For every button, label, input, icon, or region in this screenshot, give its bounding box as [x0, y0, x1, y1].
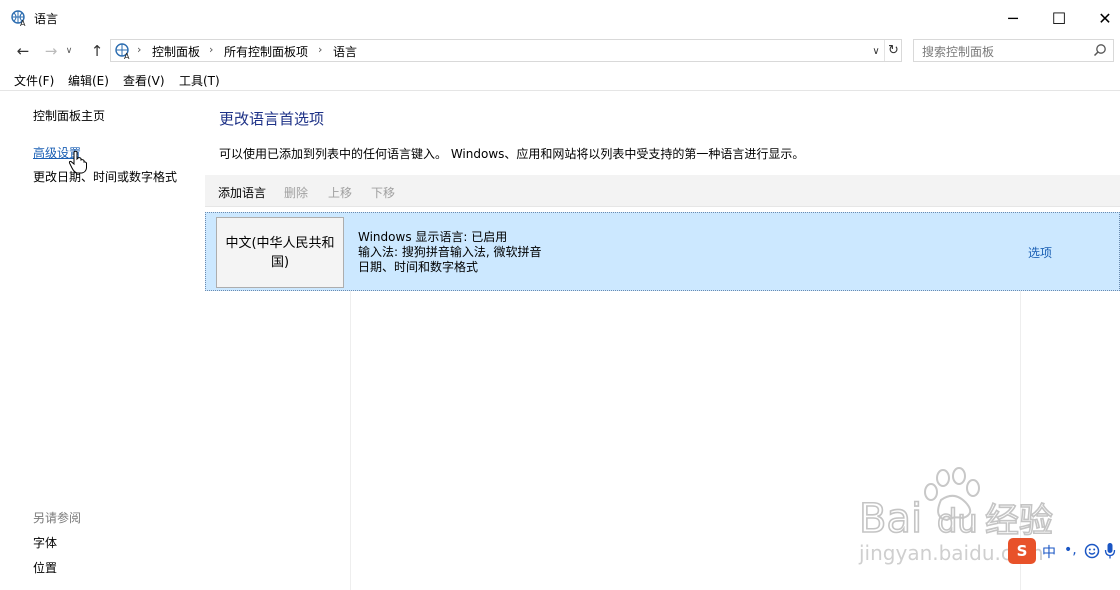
move-up-button[interactable]: 上移: [328, 184, 352, 201]
refresh-button[interactable]: ↻: [884, 40, 902, 61]
menu-edit[interactable]: 编辑(E): [68, 72, 109, 89]
watermark-brand-2: du: [937, 502, 978, 540]
language-list-item[interactable]: 中文(中华人民共和国) Windows 显示语言: 已启用 输入法: 搜狗拼音输…: [205, 212, 1120, 291]
sogou-logo-icon[interactable]: S: [1008, 538, 1036, 564]
breadcrumb-separator: ›: [137, 43, 142, 56]
up-button[interactable]: ↑: [86, 40, 108, 62]
hand-cursor-icon: [68, 150, 87, 174]
menu-file[interactable]: 文件(F): [14, 72, 54, 89]
title-bar: A 语言 ─ ☐ ✕: [0, 0, 1120, 36]
page-title: 更改语言首选项: [219, 110, 325, 128]
breadcrumb-all-items[interactable]: 所有控制面板项: [224, 43, 308, 60]
input-methods: 输入法: 搜狗拼音输入法, 微软拼音: [358, 245, 542, 259]
breadcrumb-language[interactable]: 语言: [333, 43, 357, 60]
menu-tools[interactable]: 工具(T): [179, 72, 220, 89]
search-placeholder: 搜索控制面板: [922, 45, 995, 59]
minimize-button[interactable]: ─: [990, 0, 1036, 36]
breadcrumb-separator: ›: [209, 43, 214, 56]
breadcrumb-control-panel[interactable]: 控制面板: [152, 43, 200, 60]
fonts-link[interactable]: 字体: [33, 534, 57, 551]
watermark-brand: Bai: [859, 496, 922, 542]
navigation-bar: ← → ∨ ↑ A › 控制面板 › 所有控制面板项 › 语言 ∨ ↻ 搜索控制…: [0, 36, 1120, 66]
menu-bar: 文件(F) 编辑(E) 查看(V) 工具(T): [0, 69, 1120, 91]
emoji-icon[interactable]: [1084, 543, 1100, 559]
back-button[interactable]: ←: [12, 40, 34, 62]
svg-text:A: A: [20, 19, 26, 27]
recent-locations-button[interactable]: ∨: [62, 40, 76, 62]
address-bar[interactable]: A › 控制面板 › 所有控制面板项 › 语言 ∨ ↻: [110, 39, 902, 62]
column-divider: [350, 291, 351, 590]
move-down-button[interactable]: 下移: [371, 184, 395, 201]
add-language-button[interactable]: 添加语言: [218, 184, 266, 201]
language-app-icon: A: [11, 10, 26, 27]
control-panel-icon: A: [115, 43, 130, 60]
date-time-format: 日期、时间和数字格式: [358, 260, 479, 274]
close-button[interactable]: ✕: [1082, 0, 1120, 36]
breadcrumb-separator: ›: [318, 43, 323, 56]
ime-punctuation[interactable]: •,: [1064, 542, 1077, 558]
display-language-status: Windows 显示语言: 已启用: [358, 230, 508, 244]
left-pane: [0, 92, 205, 590]
microphone-icon[interactable]: [1104, 542, 1116, 560]
language-details: Windows 显示语言: 已启用 输入法: 搜狗拼音输入法, 微软拼音 日期、…: [358, 230, 542, 275]
forward-button[interactable]: →: [40, 40, 62, 62]
address-dropdown-button[interactable]: ∨: [869, 41, 883, 61]
language-toolbar: 添加语言 删除 上移 下移: [205, 175, 1120, 207]
watermark-product: 经验: [985, 501, 1053, 541]
search-input[interactable]: 搜索控制面板: [913, 39, 1114, 62]
window-title: 语言: [34, 12, 59, 26]
svg-text:A: A: [124, 52, 130, 60]
remove-button[interactable]: 删除: [284, 184, 308, 201]
maximize-button[interactable]: ☐: [1036, 0, 1082, 36]
see-also-heading: 另请参阅: [33, 511, 82, 525]
menu-view[interactable]: 查看(V): [123, 72, 165, 89]
language-name-tile[interactable]: 中文(中华人民共和国): [216, 217, 344, 288]
search-icon[interactable]: [1093, 43, 1107, 57]
change-date-time-format-link[interactable]: 更改日期、时间或数字格式: [33, 168, 177, 185]
ime-toolbar: S 中 •,: [1008, 538, 1120, 566]
control-panel-home-link[interactable]: 控制面板主页: [33, 107, 105, 124]
ime-mode-chinese[interactable]: 中: [1042, 542, 1056, 562]
location-link[interactable]: 位置: [33, 559, 57, 576]
language-options-link[interactable]: 选项: [1028, 244, 1052, 261]
page-description: 可以使用已添加到列表中的任何语言键入。 Windows、应用和网站将以列表中受支…: [219, 147, 805, 161]
